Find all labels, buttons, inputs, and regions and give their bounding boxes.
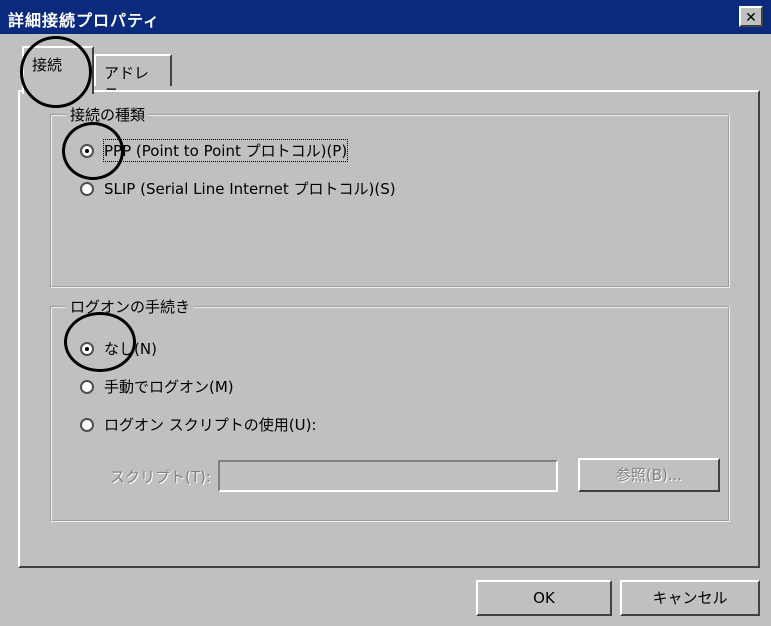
ok-button-label: OK bbox=[533, 589, 555, 607]
radio-slip-indicator[interactable] bbox=[80, 181, 94, 196]
script-input[interactable] bbox=[218, 460, 558, 492]
tab-address[interactable]: アドレス bbox=[94, 54, 172, 103]
radio-script-indicator[interactable] bbox=[80, 417, 94, 432]
ok-button[interactable]: OK bbox=[476, 580, 612, 616]
radio-script-label: ログオン スクリプトの使用(U): bbox=[104, 416, 317, 434]
connection-type-label: 接続の種類 bbox=[66, 104, 150, 125]
window-title: 詳細接続プロパティ bbox=[8, 11, 161, 30]
radio-script[interactable]: ログオン スクリプトの使用(U): bbox=[80, 414, 317, 435]
radio-manual[interactable]: 手動でログオン(M) bbox=[80, 376, 234, 397]
highlight-circle-ppp bbox=[62, 122, 124, 180]
radio-ppp-label: PPP (Point to Point プロトコル)(P) bbox=[102, 139, 349, 162]
script-label: スクリプト(T): bbox=[110, 468, 211, 486]
highlight-circle-none bbox=[64, 312, 136, 372]
radio-slip-label: SLIP (Serial Line Internet プロトコル)(S) bbox=[104, 180, 396, 198]
highlight-circle-tab bbox=[20, 36, 92, 108]
browse-button[interactable]: 参照(B)... bbox=[578, 458, 720, 492]
radio-manual-label: 手動でログオン(M) bbox=[104, 378, 234, 396]
close-icon: ✕ bbox=[745, 10, 757, 26]
title-bar: 詳細接続プロパティ ✕ bbox=[0, 0, 771, 34]
cancel-button-label: キャンセル bbox=[652, 589, 728, 607]
radio-manual-indicator[interactable] bbox=[80, 379, 94, 394]
browse-button-label: 参照(B)... bbox=[615, 466, 683, 484]
close-button[interactable]: ✕ bbox=[739, 6, 763, 27]
cancel-button[interactable]: キャンセル bbox=[620, 580, 760, 616]
radio-slip[interactable]: SLIP (Serial Line Internet プロトコル)(S) bbox=[80, 178, 396, 199]
